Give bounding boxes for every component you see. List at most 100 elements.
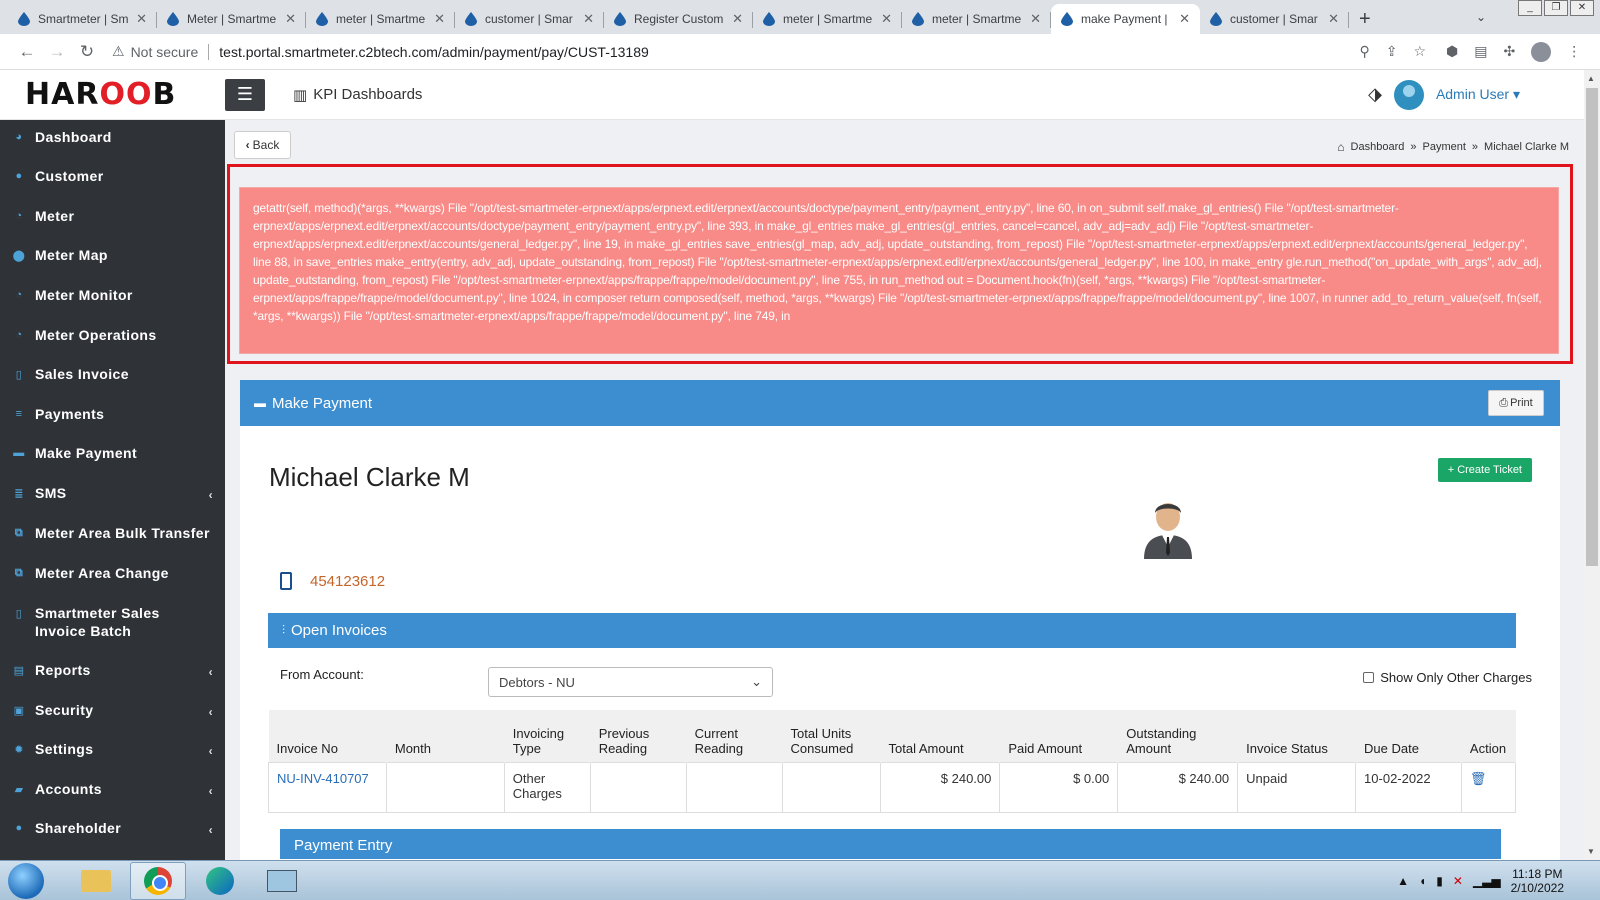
sidebar-item-security[interactable]: ▣ Security ‹ <box>0 701 225 719</box>
kpi-dashboards-link[interactable]: ▥ KPI Dashboards <box>293 86 422 104</box>
sidebar-item-meter-area-bulk-transfer[interactable]: ⧉ Meter Area Bulk Transfer <box>0 524 225 542</box>
reload-icon[interactable]: ↻ <box>72 42 102 62</box>
minimize-button[interactable]: _ <box>1518 0 1542 16</box>
sidebar-item-meter[interactable]: ◔ Meter <box>0 207 225 225</box>
more-menu-icon[interactable]: ⋮ <box>1567 43 1581 60</box>
profile-icon[interactable] <box>1531 41 1552 62</box>
sidebar-item-make-payment[interactable]: ▬ Make Payment <box>0 444 225 462</box>
close-tab-icon[interactable]: ✕ <box>1328 11 1339 27</box>
logo[interactable]: HAROOB <box>0 77 225 112</box>
column-header[interactable]: Action <box>1461 710 1517 762</box>
sidebar-item-reports[interactable]: ▤ Reports ‹ <box>0 661 225 679</box>
invoice-link[interactable]: NU-INV-410707 <box>277 771 369 786</box>
share-icon[interactable]: ⇪ <box>1386 43 1398 60</box>
sidebar-item-meter-area-change[interactable]: ⧉ Meter Area Change <box>0 564 225 582</box>
from-account-select[interactable]: Debtors - NU ⌄ <box>488 667 773 697</box>
volume-icon[interactable]: ◖ <box>1419 874 1426 888</box>
close-tab-icon[interactable]: ✕ <box>136 11 147 27</box>
browser-tab[interactable]: customer | Smar ✕ <box>1200 4 1349 34</box>
sidebar-item-smartmeter-sales-invoice-batch[interactable]: ▯ Smartmeter Sales Invoice Batch <box>0 604 225 640</box>
column-header[interactable]: Month <box>386 710 505 762</box>
column-header[interactable]: Outstanding Amount <box>1117 710 1239 762</box>
table-cell-action: 🗑 <box>1460 761 1517 813</box>
create-ticket-button[interactable]: + Create Ticket <box>1437 458 1532 482</box>
network-warning-icon[interactable]: ✕ <box>1453 874 1463 888</box>
start-button[interactable] <box>8 862 44 899</box>
close-tab-icon[interactable]: ✕ <box>1030 11 1041 27</box>
browser-tab[interactable]: meter | Smartme ✕ <box>753 4 902 34</box>
column-header[interactable]: Total Amount <box>880 710 1001 762</box>
sidebar-item-dashboard[interactable]: ◕ Dashboard <box>0 128 225 146</box>
close-tab-icon[interactable]: ✕ <box>434 11 445 27</box>
tab-search-chevron-icon[interactable]: ⌄ <box>1476 10 1486 24</box>
sidebar-item-payments[interactable]: ≡ Payments <box>0 405 225 423</box>
close-tab-icon[interactable]: ✕ <box>1179 11 1190 27</box>
close-tab-icon[interactable]: ✕ <box>285 11 296 27</box>
browser-tab[interactable]: meter | Smartme ✕ <box>306 4 455 34</box>
back-nav-icon[interactable]: ← <box>12 42 42 62</box>
sidebar-item-sales-invoice[interactable]: ▯ Sales Invoice <box>0 365 225 383</box>
close-window-button[interactable]: ✕ <box>1570 0 1594 16</box>
close-tab-icon[interactable]: ✕ <box>583 11 594 27</box>
tag-icon[interactable]: ⬗ <box>1368 84 1382 105</box>
url-text[interactable]: test.portal.smartmeter.c2btech.com/admin… <box>219 44 649 60</box>
sidebar-item-meter-operations[interactable]: ◔ Meter Operations <box>0 326 225 344</box>
browser-tab[interactable]: meter | Smartme ✕ <box>902 4 1051 34</box>
sidebar-item-accounts[interactable]: ▰ Accounts ‹ <box>0 780 225 798</box>
browser-tab[interactable]: Register Custom ✕ <box>604 4 753 34</box>
trash-icon[interactable]: 🗑 <box>1470 771 1487 786</box>
avatar[interactable] <box>1393 79 1424 110</box>
hamburger-menu-button[interactable]: ☰ <box>225 78 265 111</box>
maximize-button[interactable]: ❐ <box>1544 0 1568 16</box>
clock-time: 11:18 PM <box>1512 866 1563 881</box>
column-header[interactable]: Invoice No <box>268 710 387 762</box>
show-other-charges-checkbox[interactable] <box>1363 672 1375 683</box>
sidebar-item-shareholder[interactable]: ● Shareholder ‹ <box>0 819 225 837</box>
puzzle-extension-icon[interactable]: ✣ <box>1503 43 1515 60</box>
clock[interactable]: 11:18 PM 2/10/2022 <box>1511 867 1564 895</box>
sidebar-item-sms[interactable]: ≣ SMS ‹ <box>0 484 225 502</box>
forward-nav-icon[interactable]: → <box>42 42 72 62</box>
breadcrumb-item-payment[interactable]: Payment <box>1422 141 1465 153</box>
clipboard-extension-icon[interactable]: ▤ <box>1474 43 1487 60</box>
sidebar-item-meter-map[interactable]: ⬤ Meter Map <box>0 246 225 264</box>
shield-extension-icon[interactable]: ⬢ <box>1446 43 1458 60</box>
user-menu[interactable]: Admin User ▾ <box>1436 86 1520 103</box>
taskbar-chrome[interactable] <box>130 861 186 900</box>
url-field[interactable]: ⚠ Not secure test.portal.smartmeter.c2bt… <box>112 38 1432 66</box>
scroll-down-arrow-icon[interactable]: ▼ <box>1587 847 1595 856</box>
print-button[interactable]: ⎙ Print <box>1488 390 1544 416</box>
browser-tab[interactable]: customer | Smar ✕ <box>455 4 604 34</box>
tab-active[interactable]: make Payment | ✕ <box>1051 4 1200 34</box>
column-header[interactable]: Paid Amount <box>999 710 1119 762</box>
sidebar-item-meter-monitor[interactable]: ◔ Meter Monitor <box>0 286 225 304</box>
bookmark-star-icon[interactable]: ☆ <box>1413 43 1426 60</box>
scrollbar-thumb[interactable] <box>1586 88 1598 566</box>
browser-tab[interactable]: Meter | Smartme ✕ <box>157 4 306 34</box>
back-button[interactable]: ‹ Back <box>234 131 291 159</box>
sidebar-item-settings[interactable]: ✹ Settings ‹ <box>0 740 225 758</box>
column-header[interactable]: Due Date <box>1355 710 1462 762</box>
folder-icon <box>81 869 111 892</box>
column-header[interactable]: Total Units Consumed <box>782 710 881 762</box>
close-tab-icon[interactable]: ✕ <box>881 11 892 27</box>
page-scrollbar[interactable]: ▲ ▼ <box>1584 70 1600 860</box>
scroll-up-arrow-icon[interactable]: ▲ <box>1587 74 1595 83</box>
column-header[interactable]: Previous Reading <box>590 710 687 762</box>
taskbar-edge[interactable] <box>192 862 248 900</box>
signal-icon[interactable]: ▁▃▅ <box>1473 874 1501 888</box>
zoom-icon[interactable]: ⚲ <box>1359 43 1369 60</box>
breadcrumb-item-dashboard[interactable]: Dashboard <box>1351 141 1405 153</box>
column-header[interactable]: Current Reading <box>686 710 783 762</box>
new-tab-button[interactable]: + <box>1359 4 1371 34</box>
browser-tab[interactable]: Smartmeter | Sm ✕ <box>8 4 157 34</box>
close-tab-icon[interactable]: ✕ <box>732 11 743 27</box>
battery-icon[interactable]: ▮ <box>1436 874 1443 888</box>
tray-arrow-icon[interactable]: ▲ <box>1397 874 1409 888</box>
sidebar-item-customer[interactable]: ● Customer <box>0 167 225 185</box>
show-other-charges[interactable]: Show Only Other Charges <box>1363 670 1532 685</box>
column-header[interactable]: Invoicing Type <box>504 710 591 762</box>
column-header[interactable]: Invoice Status <box>1237 710 1357 762</box>
taskbar-notepad[interactable] <box>254 862 310 900</box>
taskbar-file-explorer[interactable] <box>68 862 124 900</box>
